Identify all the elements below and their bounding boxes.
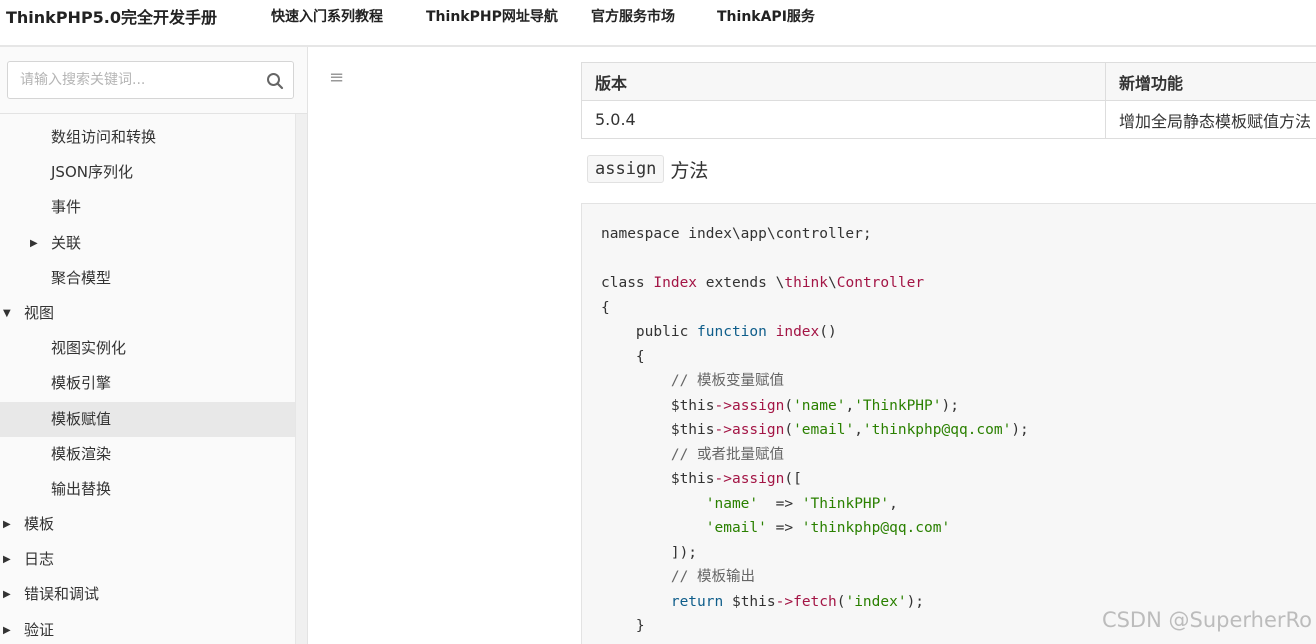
tree-item-label: 视图实例化 [51,339,127,358]
code-line: // 或者批量赋值 [601,446,785,463]
tree-item-label: 关联 [51,233,82,252]
table-header-version: 版本 [581,62,1106,101]
tree-item-label: 模板赋值 [51,409,112,428]
search-box [7,61,294,99]
search-icon[interactable] [266,72,284,90]
hamburger-icon[interactable]: ≡ [329,67,344,88]
table-header-row: 版本 新增功能 [581,62,1316,101]
code-line: $this->assign([ [601,471,802,487]
tree-item-json[interactable]: JSON序列化 [0,155,296,190]
code-content: namespace index\app\controller; class In… [601,222,1029,639]
tree-item-label: JSON序列化 [51,163,133,182]
tree-item-label: 输出替换 [51,479,112,498]
code-line: 'name' => 'ThinkPHP', [705,495,898,512]
tree-item-label: 模板渲染 [51,444,112,463]
table-row: 5.0.4 增加全局静态模板赋值方法 [581,100,1316,139]
caret-right-icon[interactable]: ▶ [30,226,38,261]
sidebar: 数组访问和转换 JSON序列化 事件 ▶ 关联 聚合模型 ▼ 视图 视图实例化 模板… [0,47,308,644]
code-line: // 模板输出 [601,569,756,585]
top-nav-links: 快速入门系列教程 ThinkPHP网址导航 官方服务市场 ThinkAPI服务 [271,6,815,26]
caret-right-icon[interactable]: ▶ [3,613,11,644]
nav-link-tutorials[interactable]: 快速入门系列教程 [271,6,426,26]
version-table: 版本 新增功能 5.0.4 增加全局静态模板赋值方法 [581,62,1316,139]
method-heading-text: 方法 [670,159,709,182]
code-line: // 模板变量赋值 [601,373,785,389]
nav-link-url-nav[interactable]: ThinkPHP网址导航 [426,6,591,26]
tree-item-template-assign[interactable]: 模板赋值 [0,401,296,437]
tree-item-label: 模板 [24,515,55,534]
code-line: $this->assign('email','thinkphp@qq.com')… [601,422,1029,438]
code-line: namespace index\app\controller; [601,226,872,242]
code-line: 'email' => 'thinkphp@qq.com' [705,520,951,536]
tree-item-validate[interactable]: ▶ 验证 [0,613,296,644]
tree-item-template-engine[interactable]: 模板引擎 [0,366,296,401]
tree-item-array-access[interactable]: 数组访问和转换 [0,120,296,155]
tree-item-output-replace[interactable]: 输出替换 [0,472,296,507]
nav-link-market[interactable]: 官方服务市场 [591,6,717,26]
table-header-feature: 新增功能 [1105,62,1316,101]
caret-right-icon[interactable]: ▶ [3,542,11,577]
sidebar-scrollbar[interactable] [295,114,307,644]
code-line: { [601,299,610,316]
tree-item-aggregate-model[interactable]: 聚合模型 [0,261,296,296]
tree-item-view[interactable]: ▼ 视图 [0,296,296,331]
tree-item-relation[interactable]: ▶ 关联 [0,226,296,261]
tree-item-template-render[interactable]: 模板渲染 [0,437,296,472]
tree-item-label: 聚合模型 [51,268,112,287]
code-line: public function index() [601,324,837,340]
code-line: class Index extends \think\Controller [601,275,925,291]
nav-link-thinkapi[interactable]: ThinkAPI服务 [717,6,815,26]
tree-item-label: 模板引擎 [51,374,112,393]
code-block[interactable]: namespace index\app\controller; class In… [581,203,1316,644]
code-line: $this->assign('name','ThinkPHP'); [601,397,959,414]
code-line: ]); [601,544,698,561]
tree-item-label: 日志 [24,550,55,569]
code-line: return $this->fetch('index'); [670,593,925,610]
sidebar-divider [0,113,308,114]
caret-right-icon[interactable]: ▶ [3,507,11,542]
tree-item-label: 数组访问和转换 [51,128,157,146]
method-heading: assign 方法 [587,155,708,183]
doc-tree: 数组访问和转换 JSON序列化 事件 ▶ 关联 聚合模型 ▼ 视图 视图实例化 模板… [0,120,296,644]
tree-item-template[interactable]: ▶ 模板 [0,507,296,542]
search-input[interactable] [20,62,260,98]
tree-item-events[interactable]: 事件 [0,190,296,225]
code-line: { [601,348,645,365]
tree-item-error-debug[interactable]: ▶ 错误和调试 [0,577,296,612]
caret-right-icon[interactable]: ▶ [3,577,11,612]
tree-item-label: 验证 [24,620,55,639]
tree-item-label: 错误和调试 [24,585,100,604]
tree-item-view-instance[interactable]: 视图实例化 [0,331,296,366]
method-code-chip: assign [587,155,665,183]
tree-item-label: 事件 [51,198,82,217]
code-line: } [601,618,645,634]
caret-down-icon[interactable]: ▼ [3,296,11,331]
tree-item-log[interactable]: ▶ 日志 [0,542,296,577]
table-cell-version: 5.0.4 [581,100,1106,139]
top-navbar: ThinkPHP5.0完全开发手册 快速入门系列教程 ThinkPHP网址导航 … [0,0,1316,47]
table-cell-feature: 增加全局静态模板赋值方法 [1105,100,1316,139]
site-brand[interactable]: ThinkPHP5.0完全开发手册 [6,4,217,28]
watermark: CSDN @SuperherRo [1101,608,1312,632]
tree-item-label: 视图 [24,303,55,322]
